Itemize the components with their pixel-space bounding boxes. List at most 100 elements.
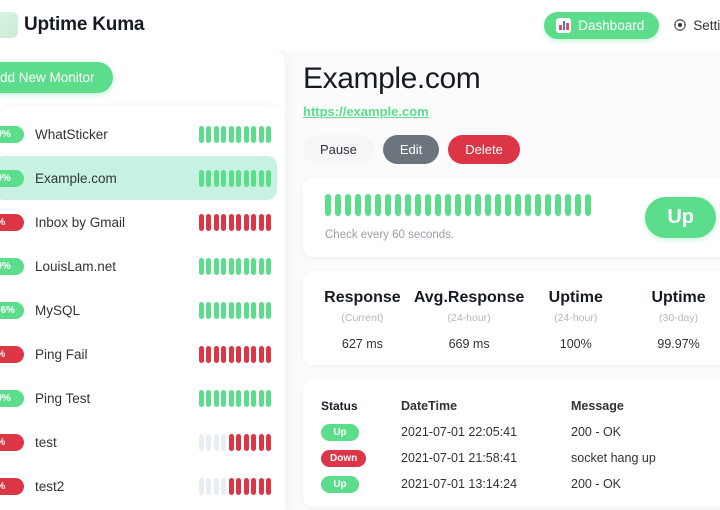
heartbeat-beat[interactable] [228, 213, 234, 231]
heartbeat-beat[interactable] [545, 193, 551, 216]
heartbeat-beat[interactable] [385, 193, 391, 216]
heartbeat-beat[interactable] [266, 433, 271, 451]
heartbeat-beat[interactable] [251, 345, 256, 363]
heartbeat-beat[interactable] [266, 301, 271, 319]
heartbeat-beat[interactable] [251, 301, 256, 319]
heartbeat-beat[interactable] [535, 193, 541, 216]
monitor-list-item[interactable]: 100% Example.com [0, 156, 277, 200]
heartbeat-beat[interactable] [198, 169, 204, 187]
edit-button[interactable]: Edit [382, 134, 440, 164]
heartbeat-beat[interactable] [251, 433, 256, 451]
heartbeat-beat[interactable] [258, 213, 264, 231]
heartbeat-beat[interactable] [236, 125, 241, 143]
heartbeat-beat[interactable] [228, 257, 234, 275]
heartbeat-beat[interactable] [325, 193, 331, 216]
heartbeat-beat[interactable] [505, 193, 511, 216]
heartbeat-beat[interactable] [243, 433, 249, 451]
heartbeat-beat[interactable] [243, 389, 249, 407]
heartbeat-beat[interactable] [206, 433, 211, 451]
heartbeat-beat[interactable] [243, 169, 249, 187]
heartbeat-beat[interactable] [258, 433, 264, 451]
heartbeat-beat[interactable] [228, 389, 234, 407]
nav-settings-button[interactable]: Settings [673, 18, 720, 33]
heartbeat-beat[interactable] [475, 193, 481, 216]
heartbeat-beat[interactable] [555, 193, 561, 216]
heartbeat-beat[interactable] [198, 257, 204, 275]
heartbeat-beat[interactable] [228, 433, 234, 451]
heartbeat-beat[interactable] [236, 257, 241, 275]
heartbeat-beat[interactable] [455, 193, 461, 216]
heartbeat-beat[interactable] [375, 193, 381, 216]
pause-button[interactable]: Pause [303, 134, 374, 164]
heartbeat-beat[interactable] [266, 169, 271, 187]
heartbeat-beat[interactable] [228, 169, 234, 187]
heartbeat-beat[interactable] [206, 257, 211, 275]
heartbeat-beat[interactable] [345, 193, 351, 216]
heartbeat-beat[interactable] [565, 193, 571, 216]
heartbeat-beat[interactable] [236, 345, 241, 363]
heartbeat-beat[interactable] [435, 193, 441, 216]
heartbeat-beat[interactable] [415, 193, 421, 216]
monitor-list-item[interactable]: 0% Ping Fail [0, 332, 277, 376]
monitor-list-item[interactable]: 100% LouisLam.net [0, 244, 277, 288]
heartbeat-beat[interactable] [485, 193, 491, 216]
heartbeat-beat[interactable] [228, 477, 234, 495]
heartbeat-beat[interactable] [198, 389, 204, 407]
heartbeat-beat[interactable] [266, 477, 271, 495]
heartbeat-beat[interactable] [213, 257, 219, 275]
heartbeat-beat[interactable] [213, 213, 219, 231]
heartbeat-beat[interactable] [206, 301, 211, 319]
heartbeat-beat[interactable] [258, 345, 264, 363]
monitor-url-link[interactable]: https://example.com [303, 104, 429, 119]
heartbeat-beat[interactable] [198, 345, 204, 363]
monitor-heartbeat-bar[interactable] [198, 125, 271, 143]
heartbeat-beat[interactable] [236, 301, 241, 319]
heartbeat-beat[interactable] [251, 257, 256, 275]
heartbeat-beat[interactable] [236, 477, 241, 495]
heartbeat-beat[interactable] [206, 125, 211, 143]
heartbeat-beat[interactable] [221, 433, 226, 451]
heartbeat-beat[interactable] [221, 477, 226, 495]
heartbeat-beat[interactable] [525, 193, 531, 216]
heartbeat-beat[interactable] [213, 345, 219, 363]
heartbeat-beat[interactable] [213, 301, 219, 319]
heartbeat-beat[interactable] [243, 213, 249, 231]
heartbeat-beat[interactable] [258, 301, 264, 319]
heartbeat-beat[interactable] [266, 389, 271, 407]
monitor-list-item[interactable]: 0% test2 [0, 464, 277, 508]
heartbeat-beat[interactable] [251, 213, 256, 231]
heartbeat-beat[interactable] [495, 193, 501, 216]
heartbeat-beat[interactable] [266, 125, 271, 143]
heartbeat-beat[interactable] [213, 169, 219, 187]
heartbeat-beat[interactable] [251, 125, 256, 143]
heartbeat-beat[interactable] [198, 477, 204, 495]
heartbeat-beat[interactable] [445, 193, 451, 216]
heartbeat-beat[interactable] [221, 257, 226, 275]
monitor-heartbeat-bar[interactable] [198, 169, 271, 187]
heartbeat-beat[interactable] [515, 193, 521, 216]
add-new-monitor-button[interactable]: Add New Monitor [0, 62, 113, 93]
heartbeat-beat[interactable] [258, 257, 264, 275]
monitor-list-item[interactable]: 0% test [0, 420, 277, 464]
heartbeat-beat[interactable] [266, 213, 271, 231]
monitor-heartbeat-bar[interactable] [198, 477, 271, 495]
heartbeat-beat[interactable] [243, 477, 249, 495]
monitor-heartbeat-bar[interactable] [198, 389, 271, 407]
brand[interactable]: Uptime Kuma [0, 12, 144, 38]
heartbeat-beat[interactable] [405, 193, 411, 216]
heartbeat-beat[interactable] [465, 193, 471, 216]
heartbeat-beat[interactable] [206, 345, 211, 363]
heartbeat-beat[interactable] [213, 433, 219, 451]
heartbeat-beat[interactable] [221, 389, 226, 407]
heartbeat-beat[interactable] [236, 433, 241, 451]
heartbeat-beat[interactable] [236, 389, 241, 407]
heartbeat-beat[interactable] [243, 345, 249, 363]
heartbeat-beat[interactable] [221, 345, 226, 363]
heartbeat-beat[interactable] [365, 193, 371, 216]
monitor-heartbeat-bar[interactable] [198, 257, 271, 275]
delete-button[interactable]: Delete [448, 134, 520, 164]
heartbeat-beat[interactable] [206, 477, 211, 495]
monitor-list-item[interactable]: 100% Ping Test [0, 376, 277, 420]
heartbeat-beat[interactable] [258, 389, 264, 407]
monitor-list-item[interactable]: 99.96% MySQL [0, 288, 277, 332]
